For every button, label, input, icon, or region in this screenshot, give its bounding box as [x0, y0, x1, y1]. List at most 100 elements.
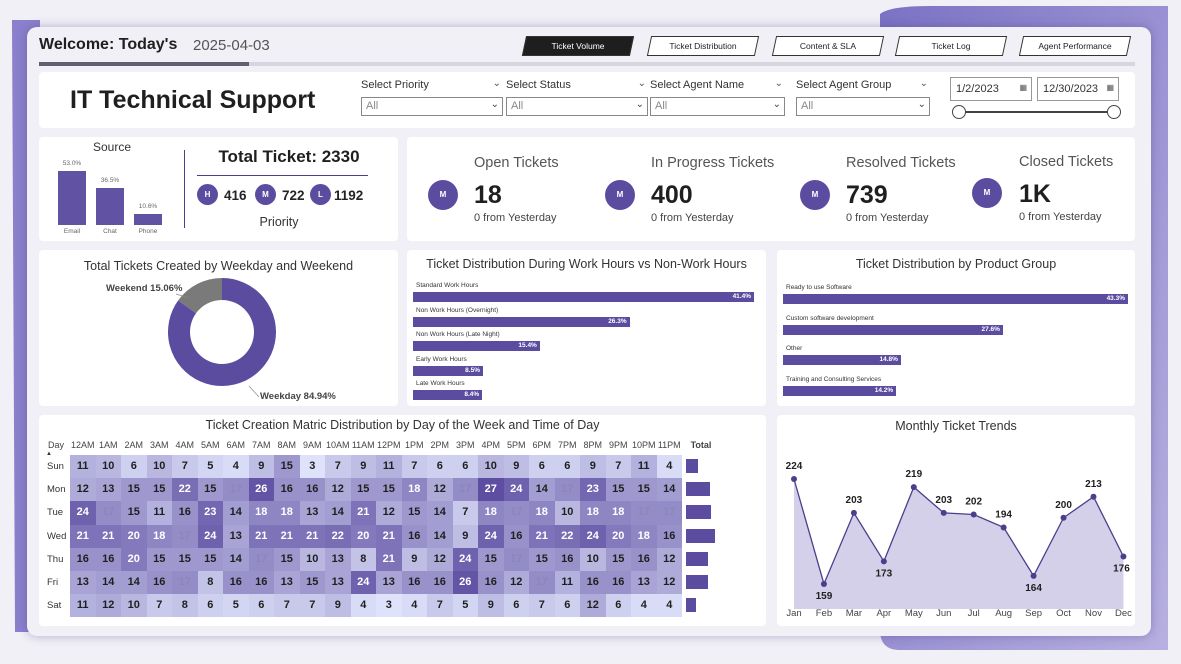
resolved-tickets-value: 739: [846, 181, 888, 209]
matrix-cell: 24: [503, 478, 529, 502]
matrix-cell: 20: [121, 524, 147, 548]
work-hours-title: Ticket Distribution During Work Hours vs…: [426, 257, 747, 271]
matrix-cell: 9: [401, 547, 427, 571]
matrix-cell: 14: [223, 547, 249, 571]
matrix-cell: 11: [631, 455, 657, 479]
open-tickets-value: 18: [474, 181, 502, 209]
monthly-trend-chart: 224 Jan 159 Feb 203 Mar 173 Apr 219 May 203 Jun 202 J…: [786, 461, 1132, 619]
matrix-cell: 15: [197, 478, 223, 502]
matrix-cell: 16: [274, 478, 300, 502]
matrix-cell: 7: [427, 594, 453, 618]
matrix-total-bar: [686, 505, 711, 520]
matrix-cell: 16: [605, 571, 631, 595]
chevron-down-icon[interactable]: ⌄: [493, 78, 501, 89]
matrix-cell: 6: [248, 594, 274, 618]
matrix-cell: 9: [503, 455, 529, 479]
matrix-cell: 20: [605, 524, 631, 548]
matrix-title: Ticket Creation Matric Distribution by D…: [205, 418, 600, 432]
matrix-cell: 17: [172, 571, 198, 595]
matrix-cell: 4: [656, 455, 682, 479]
matrix-cell: 21: [350, 501, 376, 525]
matrix-cell: 13: [223, 524, 249, 548]
matrix-cell: 12: [325, 478, 351, 502]
matrix-total-bar: [686, 528, 715, 543]
matrix-cell: 16: [95, 547, 121, 571]
trend-data-label: 219: [905, 469, 922, 480]
matrix-total-bar: [686, 551, 708, 566]
matrix-cell: 12: [70, 478, 96, 502]
calendar-icon[interactable]: ▦: [1106, 83, 1114, 92]
matrix-cell: 13: [95, 478, 121, 502]
matrix-cell: 6: [427, 455, 453, 479]
tab-ticket-log[interactable]: Ticket Log: [894, 36, 1008, 56]
agent-group-dropdown[interactable]: All ⌄: [796, 97, 930, 116]
tab-ticket-volume[interactable]: Ticket Volume: [521, 36, 635, 56]
product-group-label: Training and Consulting Services: [786, 376, 882, 384]
open-status-badge: M: [428, 180, 458, 210]
matrix-cell: 5: [223, 594, 249, 618]
in-progress-tickets-value: 400: [651, 181, 693, 209]
source-pct-label: 53.0%: [62, 160, 82, 167]
priority-dropdown[interactable]: All ⌄: [361, 97, 503, 116]
matrix-cell: 10: [146, 455, 172, 479]
source-title: Source: [92, 140, 132, 154]
matrix-cell: 9: [248, 455, 274, 479]
chevron-down-icon[interactable]: ⌄: [775, 78, 783, 89]
end-date-input[interactable]: 12/30/2023 ▦: [1037, 77, 1119, 101]
chevron-down-icon[interactable]: ⌄: [638, 78, 646, 89]
tab-agent-performance[interactable]: Agent Performance: [1018, 36, 1132, 56]
matrix-cell: 16: [70, 547, 96, 571]
trend-data-label: 203: [935, 495, 952, 506]
matrix-cell: 9: [580, 455, 606, 479]
matrix-cell: 15: [121, 478, 147, 502]
matrix-cell: 6: [503, 594, 529, 618]
trend-data-label: 164: [1025, 583, 1042, 594]
start-date-input[interactable]: 1/2/2023 ▦: [950, 77, 1032, 101]
chevron-down-icon: ⌄: [917, 99, 926, 110]
matrix-cell: 8: [350, 547, 376, 571]
date-slider-track: [958, 111, 1115, 113]
source-category-label: Chat: [103, 228, 117, 235]
matrix-cell: 21: [95, 524, 121, 548]
matrix-cell: 4: [631, 594, 657, 618]
matrix-cell: 10: [95, 455, 121, 479]
date-slider-start-handle[interactable]: [952, 105, 966, 119]
matrix-cell: 15: [478, 547, 504, 571]
matrix-day-header: Day: [47, 440, 64, 450]
agent-name-dropdown[interactable]: All ⌄: [650, 97, 785, 116]
matrix-cell: 14: [223, 501, 249, 525]
agent-name-slicer[interactable]: Select Agent Name ⌄ All ⌄: [650, 78, 785, 116]
matrix-cell: 16: [172, 501, 198, 525]
calendar-icon[interactable]: ▦: [1019, 83, 1027, 92]
in-progress-tickets-label: In Progress Tickets: [651, 155, 775, 171]
matrix-cell: 16: [427, 571, 453, 595]
matrix-cell: 18: [580, 501, 606, 525]
agent-group-slicer[interactable]: Select Agent Group ⌄ All ⌄: [796, 78, 930, 116]
today-date: 2025-04-03: [193, 37, 270, 54]
matrix-cell: 15: [350, 478, 376, 502]
date-slider-end-handle[interactable]: [1107, 105, 1121, 119]
chevron-down-icon[interactable]: ⌄: [920, 78, 928, 89]
closed-status-badge: M: [972, 178, 1002, 208]
weekend-slice: [178, 278, 223, 314]
status-slicer[interactable]: Select Status ⌄ All ⌄: [506, 78, 648, 116]
priority-slicer[interactable]: Select Priority ⌄ All ⌄: [361, 78, 503, 116]
matrix-cell: 13: [376, 571, 402, 595]
matrix-cell: 6: [452, 455, 478, 479]
matrix-cell: 13: [631, 571, 657, 595]
work-hours-label: Non Work Hours (Overnight): [416, 306, 499, 314]
status-dropdown[interactable]: All ⌄: [506, 97, 648, 116]
matrix-cell: 12: [427, 547, 453, 571]
matrix-cell: 6: [605, 594, 631, 618]
product-group-value: 14.2%: [874, 387, 894, 395]
trend-point: [850, 509, 857, 516]
tab-content-sla[interactable]: Content & SLA: [771, 36, 885, 56]
status-slicer-label: Select Status: [506, 79, 571, 91]
trend-month-label: Jun: [936, 608, 951, 619]
product-group-label: Custom software development: [786, 314, 874, 322]
matrix-cell: 7: [274, 594, 300, 618]
matrix-cell: 18: [478, 501, 504, 525]
matrix-cell: 6: [554, 455, 580, 479]
work-hours-label: Standard Work Hours: [416, 282, 479, 289]
tab-ticket-distribution[interactable]: Ticket Distribution: [646, 36, 760, 56]
